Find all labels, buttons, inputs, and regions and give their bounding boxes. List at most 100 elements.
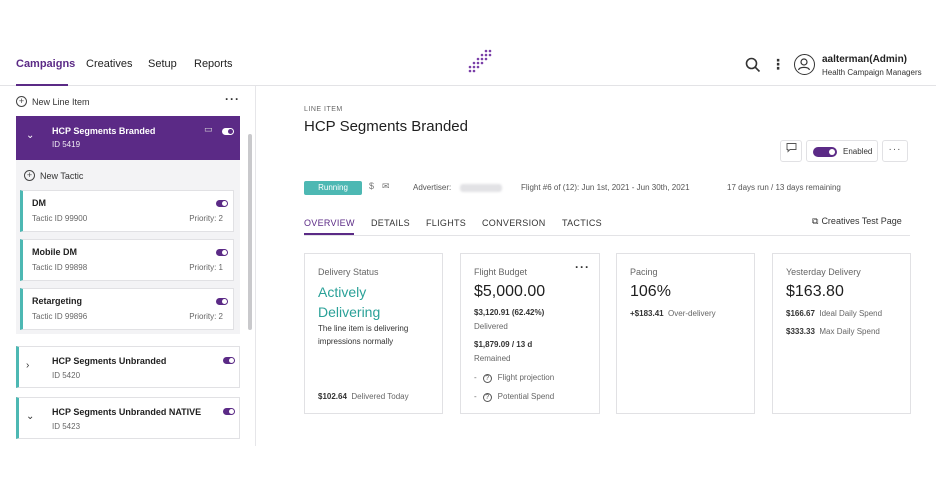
line-item-card[interactable]: › HCP Segments Unbranded ID 5420 — [16, 346, 240, 388]
max-daily-value: $333.33 — [786, 327, 815, 336]
tab-conversion[interactable]: CONVERSION — [482, 218, 546, 228]
enabled-toggle-control[interactable]: Enabled — [806, 140, 878, 162]
search-icon[interactable] — [745, 57, 761, 73]
card-label: Pacing — [630, 267, 658, 277]
new-tactic-label: New Tactic — [40, 170, 84, 181]
advertiser-value-redacted — [460, 184, 502, 192]
tactic-card[interactable]: Mobile DM Tactic ID 99898 Priority: 1 — [20, 239, 234, 281]
brand-logo — [468, 49, 492, 73]
tactic-name: Mobile DM — [32, 247, 77, 257]
kebab-menu-icon[interactable]: ⋮ — [771, 56, 785, 73]
creatives-test-page-link[interactable]: ⧉ Creatives Test Page — [812, 216, 902, 227]
user-name: aalterman(Admin) — [822, 54, 908, 65]
chevron-down-icon[interactable]: ⌄ — [26, 130, 34, 141]
budget-amount: $5,000.00 — [474, 283, 546, 300]
dollar-icon: $ — [369, 181, 375, 191]
days-info: 17 days run / 13 days remaining — [727, 183, 841, 192]
tab-flights[interactable]: FLIGHTS — [426, 218, 466, 228]
delivered-today-value: $102.64 — [318, 392, 347, 401]
tactic-id: Tactic ID 99898 — [32, 263, 88, 272]
tactic-card[interactable]: DM Tactic ID 99900 Priority: 2 — [20, 190, 234, 232]
plus-circle-icon: + — [16, 96, 27, 107]
tab-details[interactable]: DETAILS — [371, 218, 410, 228]
tactic-id: Tactic ID 99896 — [32, 312, 88, 321]
tactic-toggle[interactable] — [216, 200, 228, 207]
over-delivery-label: Over-delivery — [668, 309, 716, 318]
remained-value: $1,879.09 / 13 d — [474, 340, 533, 349]
tactic-priority: Priority: 2 — [189, 214, 223, 223]
user-org: Health Campaign Managers — [822, 68, 922, 77]
comment-button[interactable] — [780, 140, 802, 162]
pacing-card: Pacing 106% +$183.41 Over-delivery — [616, 253, 755, 414]
tab-reports[interactable]: Reports — [194, 58, 233, 70]
ideal-daily-value: $166.67 — [786, 309, 815, 318]
tab-campaigns[interactable]: Campaigns — [16, 58, 75, 70]
help-icon[interactable]: ? — [482, 374, 492, 383]
page-title: HCP Segments Branded — [304, 118, 468, 135]
card-more-icon[interactable]: ··· — [575, 260, 590, 274]
active-tab-indicator — [304, 233, 354, 235]
comment-icon[interactable]: ▭ — [204, 124, 213, 135]
tactic-card[interactable]: Retargeting Tactic ID 99896 Priority: 2 — [20, 288, 234, 330]
line-item-id: ID 5420 — [52, 371, 81, 380]
avatar[interactable] — [794, 54, 815, 75]
help-icon[interactable]: ? — [482, 393, 492, 402]
tab-overview[interactable]: OVERVIEW — [304, 218, 355, 228]
plus-circle-icon: + — [24, 170, 35, 181]
card-label: Delivery Status — [318, 267, 379, 277]
tab-setup[interactable]: Setup — [148, 58, 177, 70]
delivery-status-value: Delivering — [318, 304, 381, 320]
line-item-id: ID 5423 — [52, 422, 81, 431]
yesterday-value: $163.80 — [786, 283, 844, 300]
tab-tactics[interactable]: TACTICS — [562, 218, 602, 228]
delivery-description: The line item is delivering — [318, 324, 409, 333]
line-item-toggle[interactable] — [222, 128, 234, 135]
delivered-label: Delivered — [474, 322, 508, 331]
tactic-name: Retargeting — [32, 296, 83, 306]
delivered-value: $3,120.91 (62.42%) — [474, 308, 545, 317]
line-item-name: HCP Segments Unbranded — [52, 356, 167, 366]
delivered-today-label: Delivered Today — [351, 392, 409, 401]
tab-creatives[interactable]: Creatives — [86, 58, 132, 70]
delivery-status-card: Delivery Status Actively Delivering The … — [304, 253, 443, 414]
enabled-toggle[interactable] — [813, 147, 837, 157]
tactic-priority: Priority: 1 — [189, 263, 223, 272]
test-page-icon: ⧉ — [812, 216, 819, 226]
line-item-selected[interactable]: ⌄ HCP Segments Branded ID 5419 ▭ — [16, 116, 240, 160]
line-item-toggle[interactable] — [223, 357, 235, 364]
new-tactic-button[interactable]: + New Tactic — [24, 170, 83, 181]
line-item-name: HCP Segments Unbranded NATIVE — [52, 407, 202, 417]
advertiser-label: Advertiser: — [413, 183, 452, 192]
line-item-sidebar: + New Line Item ··· ⌄ HCP Segments Brand… — [0, 86, 256, 446]
pacing-value: 106% — [630, 283, 671, 300]
chevron-right-icon[interactable]: › — [26, 360, 29, 371]
line-item-card[interactable]: ⌄ HCP Segments Unbranded NATIVE ID 5423 — [16, 397, 240, 439]
more-options-button[interactable]: ··· — [882, 140, 908, 162]
flight-budget-card: Flight Budget ··· $5,000.00 $3,120.91 (6… — [460, 253, 600, 414]
sidebar-more-icon[interactable]: ··· — [225, 92, 240, 106]
chevron-down-icon[interactable]: ⌄ — [26, 411, 34, 422]
line-item-id: ID 5419 — [52, 140, 81, 149]
tactic-list: + New Tactic DM Tactic ID 99900 Priority… — [16, 160, 240, 334]
ideal-daily-label: Ideal Daily Spend — [819, 309, 883, 318]
card-label: Flight Budget — [474, 267, 528, 277]
flight-info: Flight #6 of (12): Jun 1st, 2021 - Jun 3… — [521, 183, 690, 192]
status-badge: Running — [304, 181, 362, 195]
page-eyebrow: LINE ITEM — [304, 106, 343, 113]
comment-icon — [786, 143, 796, 153]
card-label: Yesterday Delivery — [786, 267, 861, 277]
sidebar-scrollbar[interactable] — [248, 134, 252, 330]
delivery-status-value: Actively — [318, 284, 367, 300]
line-item-toggle[interactable] — [223, 408, 235, 415]
tactic-priority: Priority: 2 — [189, 312, 223, 321]
new-line-item-button[interactable]: + New Line Item — [16, 96, 90, 107]
tabs-divider — [304, 235, 910, 236]
enabled-label: Enabled — [843, 147, 873, 156]
tactic-name: DM — [32, 198, 46, 208]
yesterday-delivery-card: Yesterday Delivery $163.80 $166.67 Ideal… — [772, 253, 911, 414]
tactic-toggle[interactable] — [216, 249, 228, 256]
tactic-toggle[interactable] — [216, 298, 228, 305]
line-item-name: HCP Segments Branded — [52, 126, 156, 136]
potential-spend-label: Potential Spend — [497, 392, 555, 401]
new-line-item-label: New Line Item — [32, 96, 90, 107]
